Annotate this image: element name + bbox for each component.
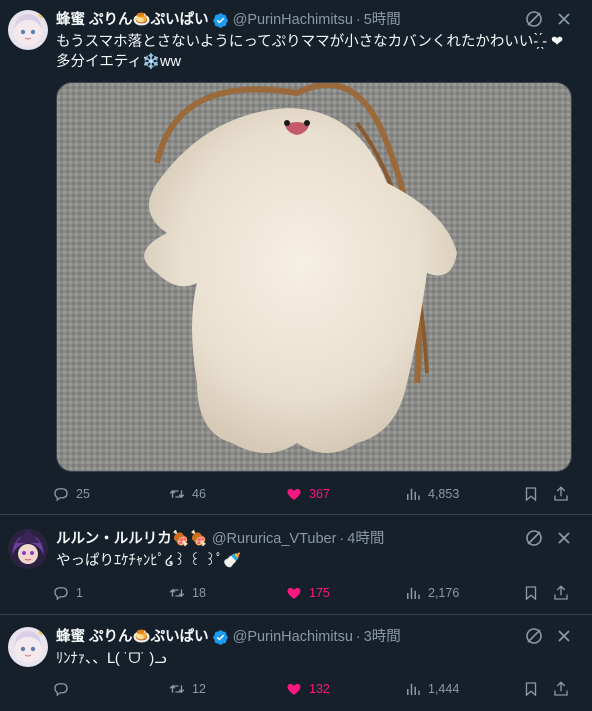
like-count: 175 xyxy=(309,586,330,600)
author-name[interactable]: 蜂蜜 ぷりん🍮ぷいぱい xyxy=(56,10,209,30)
tweet-photo[interactable] xyxy=(56,82,572,472)
share-icon xyxy=(554,585,568,600)
retweet-button[interactable]: 18 xyxy=(168,583,206,603)
bookmark-icon xyxy=(525,487,537,502)
reply-button[interactable]: 25 xyxy=(52,484,90,504)
like-count: 367 xyxy=(309,487,330,501)
views-icon xyxy=(407,488,420,500)
views-count: 1,444 xyxy=(428,682,460,696)
share-icon xyxy=(554,486,568,501)
more-icon[interactable] xyxy=(554,528,574,548)
retweet-button[interactable]: 46 xyxy=(168,484,206,504)
bookmark-icon xyxy=(525,586,537,601)
timestamp[interactable]: 5時間 xyxy=(364,10,401,30)
author-handle[interactable]: @PurinHachimitsu xyxy=(233,627,353,647)
author-name[interactable]: 蜂蜜 ぷりん🍮ぷいぱい xyxy=(56,627,209,647)
like-button[interactable]: 367 xyxy=(285,484,330,504)
share-button[interactable] xyxy=(552,679,570,699)
avatar[interactable] xyxy=(8,10,48,50)
retweet-icon xyxy=(169,589,185,597)
tweet-text-line: もうスマホ落とさないようにってぷりママが小さなカバンくれたかわいい-̗̀ ̖́-… xyxy=(56,34,564,50)
tweet-header: ルルン・ルルリカ🍖🍖 @Rururica_VTuber · 4時間 xyxy=(56,529,520,549)
separator: · xyxy=(355,12,361,28)
author-handle[interactable]: @PurinHachimitsu xyxy=(233,10,353,30)
grok-icon[interactable] xyxy=(524,528,544,548)
retweet-count: 46 xyxy=(192,487,206,501)
tweet[interactable]: 蜂蜜 ぷりん🍮ぷいぱい @PurinHachimitsu · 5時間 もうスマホ… xyxy=(0,0,592,514)
reply-button[interactable] xyxy=(52,679,76,699)
grok-icon[interactable] xyxy=(524,9,544,29)
tweet-header: 蜂蜜 ぷりん🍮ぷいぱい @PurinHachimitsu · 5時間 xyxy=(56,10,520,30)
reply-count: 25 xyxy=(76,487,90,501)
bookmark-button[interactable] xyxy=(522,583,540,603)
share-icon xyxy=(554,681,568,696)
bookmark-button[interactable] xyxy=(522,484,540,504)
tweet-header: 蜂蜜 ぷりん🍮ぷいぱい @PurinHachimitsu · 3時間 xyxy=(56,627,520,647)
tweet[interactable]: ルルン・ルルリカ🍖🍖 @Rururica_VTuber · 4時間 やっぱりｴｹ… xyxy=(0,514,592,614)
tweet-actions: 1 18 175 2,176 xyxy=(52,583,580,603)
grok-icon[interactable] xyxy=(524,626,544,646)
heart-filled-icon xyxy=(287,683,301,695)
retweet-count: 18 xyxy=(192,586,206,600)
like-button[interactable]: 132 xyxy=(285,679,330,699)
heart-filled-icon xyxy=(287,488,301,500)
views-count: 4,853 xyxy=(428,487,460,501)
tweet-text-line: ﾘﾝﾅｧ、、ᒪ( ˙ᗜ˙ )ᓗ xyxy=(56,651,167,667)
reply-icon xyxy=(54,683,68,697)
share-button[interactable] xyxy=(552,484,570,504)
timestamp[interactable]: 3時間 xyxy=(364,627,401,647)
views-button[interactable]: 4,853 xyxy=(404,484,459,504)
reply-icon xyxy=(54,587,68,601)
more-icon[interactable] xyxy=(554,626,574,646)
retweet-button[interactable]: 12 xyxy=(168,679,206,699)
share-button[interactable] xyxy=(552,583,570,603)
views-icon xyxy=(407,683,420,695)
author-name[interactable]: ルルン・ルルリカ🍖🍖 xyxy=(56,529,208,549)
verified-badge-icon xyxy=(212,12,228,28)
separator: · xyxy=(339,531,345,547)
tweet-actions: 12 132 1,444 xyxy=(52,679,580,699)
timestamp[interactable]: 4時間 xyxy=(347,529,384,549)
more-icon[interactable] xyxy=(554,9,574,29)
reply-button[interactable]: 1 xyxy=(52,583,83,603)
retweet-count: 12 xyxy=(192,682,206,696)
heart-filled-icon xyxy=(287,587,301,599)
avatar[interactable] xyxy=(8,529,48,569)
reply-count: 1 xyxy=(76,586,83,600)
bookmark-icon xyxy=(525,682,537,697)
tweet-text-line: 多分イエティ❄️ww xyxy=(56,54,181,70)
avatar[interactable] xyxy=(8,627,48,667)
separator: · xyxy=(355,629,361,645)
like-button[interactable]: 175 xyxy=(285,583,330,603)
author-handle[interactable]: @Rururica_VTuber xyxy=(212,529,337,549)
like-count: 132 xyxy=(309,682,330,696)
bookmark-button[interactable] xyxy=(522,679,540,699)
tweet-text-line: やっぱりｴｹﾁｬﾝﾋﾟ໒꒱ ꒰ ꒱ﾟ🍼 xyxy=(56,553,242,569)
views-button[interactable]: 1,444 xyxy=(404,679,459,699)
views-button[interactable]: 2,176 xyxy=(404,583,459,603)
retweet-icon xyxy=(169,490,185,498)
verified-badge-icon xyxy=(212,629,228,645)
views-icon xyxy=(407,587,420,599)
tweet[interactable]: 蜂蜜 ぷりん🍮ぷいぱい @PurinHachimitsu · 3時間 ﾘﾝﾅｧ、… xyxy=(0,614,592,711)
tweet-actions: 25 46 367 4,853 xyxy=(52,484,580,504)
views-count: 2,176 xyxy=(428,586,460,600)
retweet-icon xyxy=(169,685,185,693)
tweet-text: ﾘﾝﾅｧ、、ᒪ( ˙ᗜ˙ )ᓗ xyxy=(56,649,576,669)
reply-icon xyxy=(54,488,68,502)
tweet-text: もうスマホ落とさないようにってぷりママが小さなカバンくれたかわいい-̗̀ ̖́-… xyxy=(56,32,576,72)
tweet-text: やっぱりｴｹﾁｬﾝﾋﾟ໒꒱ ꒰ ꒱ﾟ🍼 xyxy=(56,551,576,571)
